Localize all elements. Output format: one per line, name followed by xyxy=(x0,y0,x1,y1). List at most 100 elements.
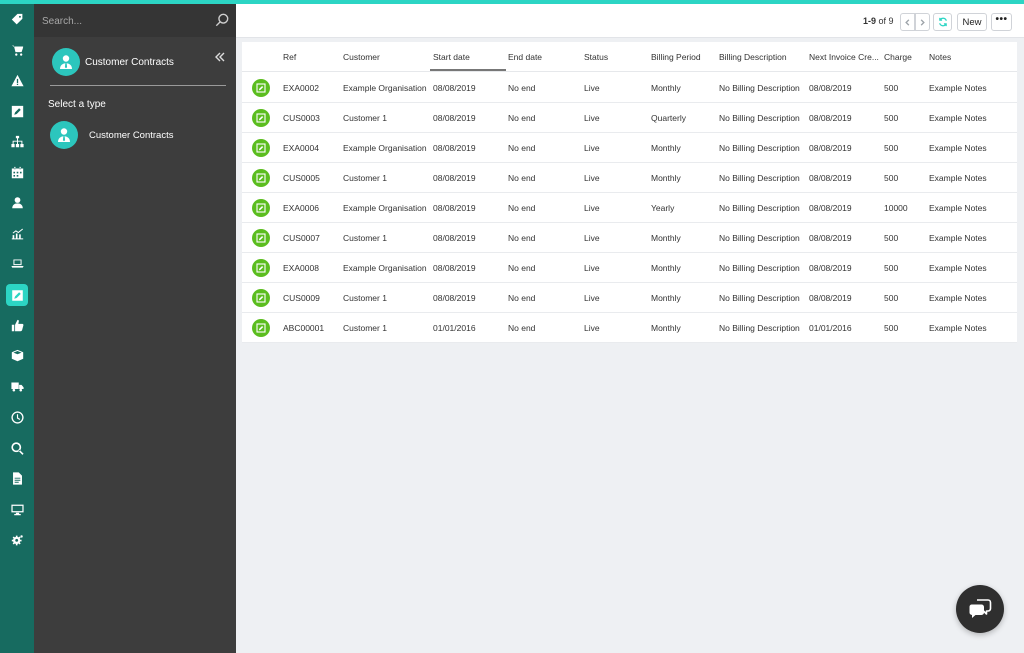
cell-start-date: 08/08/2019 xyxy=(433,113,476,123)
contract-icon[interactable] xyxy=(252,109,270,127)
type-option-customer-contracts[interactable]: Customer Contracts xyxy=(50,121,226,151)
nav-hierarchy[interactable] xyxy=(6,130,28,152)
table-row[interactable]: CUS0007 Customer 1 08/08/2019 No end Live Mon… xyxy=(242,223,1017,253)
pager-of: of xyxy=(876,16,889,26)
contract-icon[interactable] xyxy=(252,169,270,187)
pager-range: 1-9 xyxy=(863,16,877,26)
cell-charge: 500 xyxy=(884,113,899,123)
nav-box[interactable] xyxy=(6,344,28,366)
next-page-button[interactable] xyxy=(915,13,930,31)
cell-end-date: No end xyxy=(508,173,536,183)
contract-icon[interactable] xyxy=(252,289,270,307)
nav-clock[interactable] xyxy=(6,406,28,428)
column-header-notes[interactable]: Notes xyxy=(929,52,951,62)
edit-icon xyxy=(11,105,23,117)
hierarchy-icon xyxy=(10,135,24,147)
cell-billing-period: Monthly xyxy=(651,293,681,303)
cell-start-date: 01/01/2016 xyxy=(433,323,476,333)
cell-charge: 500 xyxy=(884,173,899,183)
cell-billing-description: No Billing Description xyxy=(719,203,800,213)
cell-customer: Customer 1 xyxy=(343,113,387,123)
refresh-button[interactable] xyxy=(933,13,952,31)
cell-notes: Example Notes xyxy=(929,263,987,273)
cell-status: Live xyxy=(584,323,600,333)
collapse-panel-icon[interactable] xyxy=(214,50,226,62)
nav-document[interactable] xyxy=(6,467,28,489)
nav-laptop[interactable] xyxy=(6,252,28,274)
table-row[interactable]: EXA0006 Example Organisation 08/08/2019 No … xyxy=(242,193,1017,223)
nav-monitor[interactable] xyxy=(6,498,28,520)
panel-search-input[interactable] xyxy=(42,12,202,30)
cell-next-invoice: 08/08/2019 xyxy=(809,263,852,273)
prev-page-button[interactable] xyxy=(900,13,915,31)
cell-end-date: No end xyxy=(508,323,536,333)
nav-contracts[interactable] xyxy=(6,284,28,306)
laptop-icon xyxy=(10,258,24,268)
cell-next-invoice: 08/08/2019 xyxy=(809,233,852,243)
contract-icon[interactable] xyxy=(252,139,270,157)
column-header-billing-description[interactable]: Billing Description xyxy=(719,52,787,62)
table-row[interactable]: EXA0004 Example Organisation 08/08/2019 No … xyxy=(242,133,1017,163)
cell-end-date: No end xyxy=(508,83,536,93)
nav-tag[interactable] xyxy=(6,8,28,30)
table-row[interactable]: CUS0003 Customer 1 08/08/2019 No end Live Qua… xyxy=(242,103,1017,133)
chevron-left-icon xyxy=(905,18,910,26)
cell-start-date: 08/08/2019 xyxy=(433,203,476,213)
cell-end-date: No end xyxy=(508,263,536,273)
cell-notes: Example Notes xyxy=(929,293,987,303)
column-header-status[interactable]: Status xyxy=(584,52,608,62)
contract-icon[interactable] xyxy=(252,229,270,247)
contract-icon[interactable] xyxy=(252,199,270,217)
contract-row-icon-glyph xyxy=(256,293,266,303)
column-header-customer[interactable]: Customer xyxy=(343,52,380,62)
column-header-next-invoice[interactable]: Next Invoice Cre... xyxy=(809,52,879,62)
contract-icon[interactable] xyxy=(252,79,270,97)
table-row[interactable]: EXA0002 Example Organisation 08/08/2019 No … xyxy=(242,73,1017,103)
cell-billing-description: No Billing Description xyxy=(719,323,800,333)
truck-icon xyxy=(10,381,24,391)
search-icon[interactable] xyxy=(215,13,229,27)
nav-cart[interactable] xyxy=(6,39,28,61)
chat-button[interactable] xyxy=(956,585,1004,633)
nav-search[interactable] xyxy=(6,437,28,459)
nav-settings[interactable] xyxy=(6,529,28,551)
tag-icon xyxy=(11,13,22,24)
column-header-charge[interactable]: Charge xyxy=(884,52,912,62)
nav-calendar[interactable] xyxy=(6,161,28,183)
nav-truck[interactable] xyxy=(6,375,28,397)
contract-icon[interactable] xyxy=(252,259,270,277)
more-options-button[interactable]: ••• xyxy=(991,13,1012,31)
contract-row-icon-glyph xyxy=(256,113,266,123)
cell-customer: Customer 1 xyxy=(343,323,387,333)
cell-next-invoice: 08/08/2019 xyxy=(809,143,852,153)
cell-notes: Example Notes xyxy=(929,203,987,213)
column-header-ref[interactable]: Ref xyxy=(283,52,296,62)
panel-search-box xyxy=(34,4,236,37)
select-type-heading: Select a type xyxy=(48,99,106,110)
cell-ref: EXA0006 xyxy=(283,203,319,213)
customer-avatar-icon xyxy=(50,121,78,149)
nav-thumbs-up[interactable] xyxy=(6,314,28,336)
cell-charge: 10000 xyxy=(884,203,908,213)
cell-next-invoice: 08/08/2019 xyxy=(809,83,852,93)
cell-billing-description: No Billing Description xyxy=(719,173,800,183)
table-row[interactable]: EXA0008 Example Organisation 08/08/2019 No … xyxy=(242,253,1017,283)
table-row[interactable]: CUS0005 Customer 1 08/08/2019 No end Live Mon… xyxy=(242,163,1017,193)
table-row[interactable]: CUS0009 Customer 1 08/08/2019 No end Live Mon… xyxy=(242,283,1017,313)
table-row[interactable]: ABC00001 Customer 1 01/01/2016 No end Live Mo… xyxy=(242,313,1017,343)
nav-edit[interactable] xyxy=(6,100,28,122)
nav-warning[interactable] xyxy=(6,69,28,91)
cell-billing-description: No Billing Description xyxy=(719,263,800,273)
nav-user[interactable] xyxy=(6,191,28,213)
cell-billing-period: Monthly xyxy=(651,83,681,93)
column-header-billing-period[interactable]: Billing Period xyxy=(651,52,701,62)
new-button[interactable]: New xyxy=(957,13,987,31)
column-header-end-date[interactable]: End date xyxy=(508,52,542,62)
cell-billing-description: No Billing Description xyxy=(719,83,800,93)
contract-row-icon-glyph xyxy=(256,203,266,213)
nav-chart[interactable] xyxy=(6,222,28,244)
list-toolbar: 1-9 of 9 New ••• xyxy=(236,4,1024,38)
cell-end-date: No end xyxy=(508,143,536,153)
contract-icon[interactable] xyxy=(252,319,270,337)
column-header-start-date[interactable]: Start date xyxy=(433,52,470,62)
